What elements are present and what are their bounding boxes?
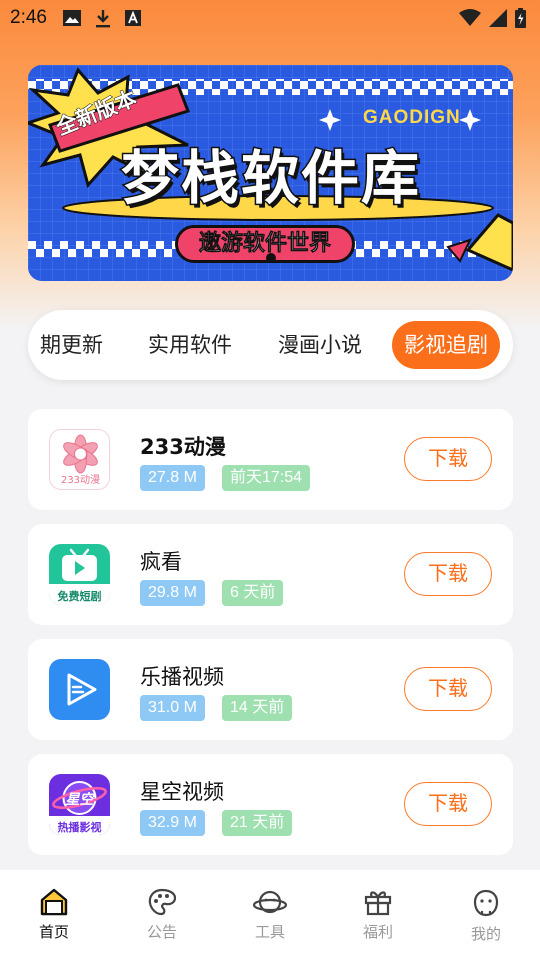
app-icon-caption: 热播影视: [57, 821, 102, 834]
nav-profile-label: 我的: [470, 925, 501, 943]
download-icon: [95, 9, 110, 27]
233-anime-icon: 233动漫: [49, 429, 110, 490]
download-button[interactable]: 下载: [404, 667, 492, 711]
tab-movies-tv[interactable]: 影视追剧: [392, 321, 500, 369]
app-name: 星空视频: [140, 780, 224, 804]
size-badge: 32.9 M: [140, 810, 205, 836]
banner-brand: GAODIGN: [363, 107, 461, 128]
home-icon: [40, 888, 68, 916]
promo-banner[interactable]: 全新版本 GAODIGN 梦栈软件库 遨游软件世界: [28, 65, 513, 281]
nav-home-label: 首页: [38, 923, 69, 941]
download-button[interactable]: 下载: [404, 782, 492, 826]
nav-profile[interactable]: 我的: [432, 870, 540, 960]
tab-utility-software[interactable]: 实用软件: [148, 321, 232, 369]
list-item[interactable]: 233动漫 233动漫 27.8 M 前天17:54 下载: [28, 409, 513, 510]
gift-icon: [364, 891, 392, 916]
status-bar: 2:46: [0, 0, 540, 36]
face-icon: [473, 889, 499, 917]
nav-benefits[interactable]: 福利: [324, 870, 432, 960]
cell-signal-icon: [489, 9, 507, 27]
planet-icon: [252, 890, 288, 914]
tab-comics-novels[interactable]: 漫画小说: [278, 321, 362, 369]
banner-page-dot: [266, 253, 276, 263]
list-item[interactable]: 免费短剧 疯看 29.8 M 6 天前 下载: [28, 524, 513, 625]
app-icon-caption: 免费短剧: [57, 590, 102, 603]
size-badge: 27.8 M: [140, 465, 205, 491]
xingkong-icon: 星空 热播影视: [49, 774, 110, 835]
size-badge: 31.0 M: [140, 695, 205, 721]
category-tabs: 期更新 实用软件 漫画小说 影视追剧: [28, 310, 513, 380]
battery-icon: [515, 8, 526, 28]
nav-tools[interactable]: 工具: [216, 870, 324, 960]
status-time: 2:46: [10, 7, 47, 28]
banner-subtitle: 遨游软件世界: [175, 225, 355, 263]
nav-announcements-label: 公告: [146, 923, 177, 941]
updated-badge: 21 天前: [222, 810, 293, 836]
palette-icon: [148, 888, 177, 916]
wifi-icon: [459, 9, 481, 26]
app-icon-caption: 233动漫: [60, 475, 101, 486]
updated-badge: 6 天前: [222, 580, 284, 606]
bottom-navigation: 首页 公告 工具 福利 我的: [0, 870, 540, 960]
nav-home[interactable]: 首页: [0, 870, 108, 960]
list-item[interactable]: 星空 热播影视 星空视频 32.9 M 21 天前 下载: [28, 754, 513, 855]
app-icon-title: 星空: [65, 792, 94, 808]
size-badge: 29.8 M: [140, 580, 205, 606]
download-button[interactable]: 下载: [404, 552, 492, 596]
updated-badge: 前天17:54: [222, 465, 311, 491]
list-item[interactable]: 乐播视频 31.0 M 14 天前 下载: [28, 639, 513, 740]
nav-tools-label: 工具: [254, 923, 285, 941]
nav-benefits-label: 福利: [362, 923, 393, 941]
nav-announcements[interactable]: 公告: [108, 870, 216, 960]
banner-title: 梦栈软件库: [119, 143, 421, 214]
font-icon: [124, 10, 141, 26]
tv-play-icon: 免费短剧: [49, 544, 110, 605]
app-name: 乐播视频: [140, 665, 224, 689]
download-button[interactable]: 下载: [404, 437, 492, 481]
updated-badge: 14 天前: [222, 695, 293, 721]
lebo-play-icon: [49, 659, 110, 720]
image-icon: [62, 10, 81, 26]
tab-latest-updates[interactable]: 期更新: [40, 321, 103, 369]
app-name: 233动漫: [140, 435, 226, 459]
app-name: 疯看: [140, 550, 182, 574]
